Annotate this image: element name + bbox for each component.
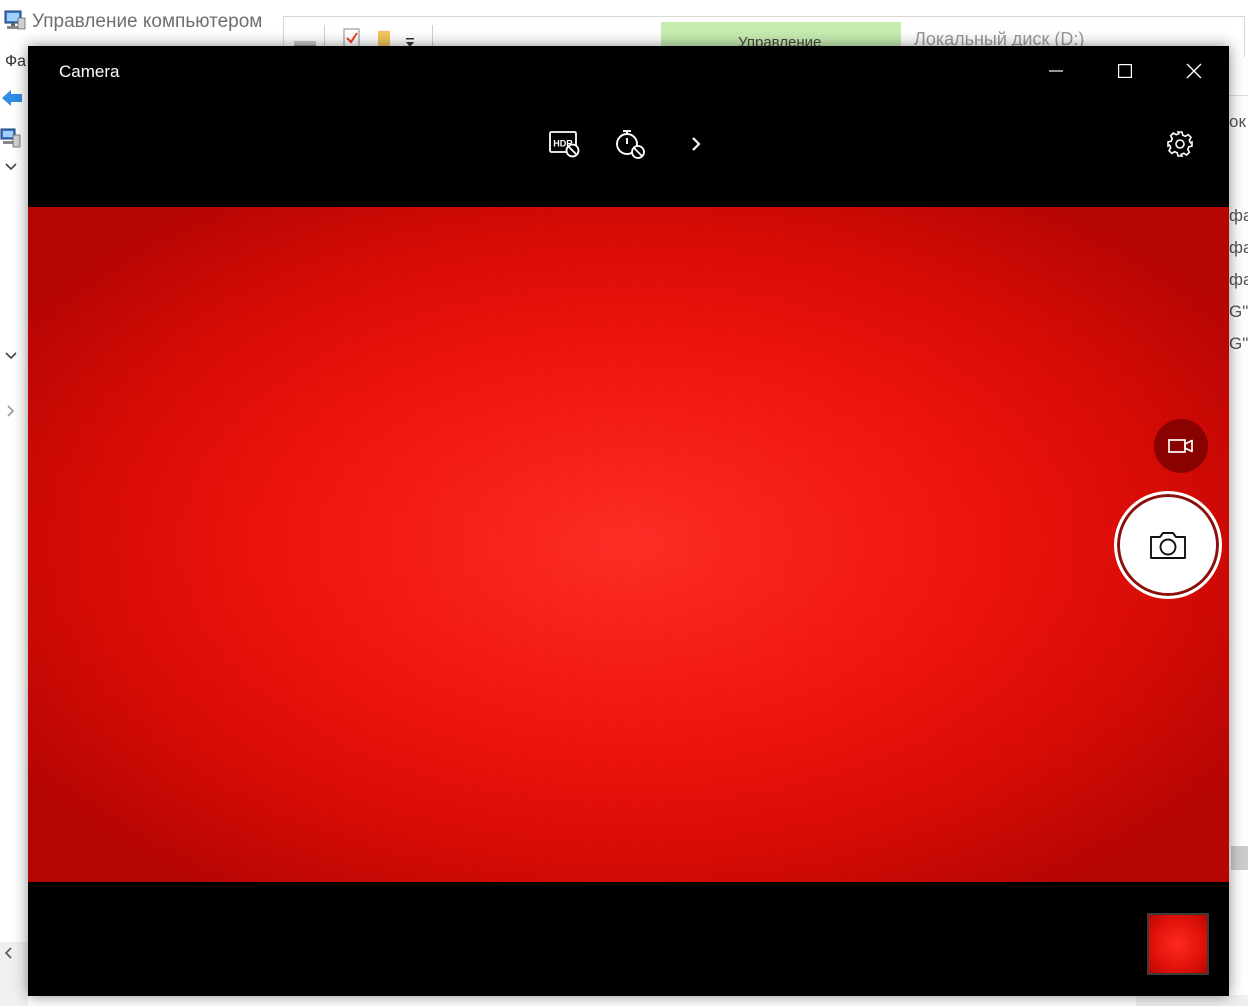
right-pane-text: фа <box>1229 238 1248 257</box>
close-icon <box>1186 63 1201 79</box>
status-strip <box>0 970 28 1006</box>
right-pane-text: G" <box>1229 334 1248 353</box>
computer-management-icon <box>4 10 26 30</box>
camera-window: Camera HDR <box>28 46 1229 996</box>
viewfinder-texture <box>28 207 1229 882</box>
video-mode-button[interactable] <box>1154 419 1208 473</box>
close-button[interactable] <box>1159 46 1228 96</box>
minimize-button[interactable] <box>1021 46 1090 96</box>
minimize-icon <box>1048 70 1063 72</box>
chevron-left-icon[interactable] <box>3 945 15 961</box>
right-pane-text: фа <box>1229 270 1248 289</box>
settings-button[interactable] <box>1156 120 1204 168</box>
right-pane-text: ок <box>1229 112 1246 131</box>
camera-viewfinder[interactable] <box>28 207 1229 882</box>
timer-button[interactable] <box>606 120 654 168</box>
right-pane-text: G" <box>1229 302 1248 321</box>
chevron-down-icon[interactable] <box>4 349 18 363</box>
chevron-right-icon <box>692 137 701 151</box>
hdr-off-icon: HDR <box>549 131 580 158</box>
maximize-icon <box>1117 64 1132 78</box>
file-menu[interactable]: Фа <box>5 53 26 71</box>
status-strip-right <box>1136 995 1248 1006</box>
right-pane-text: фа <box>1229 206 1248 225</box>
background-window-title: Управление компьютером <box>32 11 263 32</box>
computer-management-tree-icon[interactable] <box>0 127 22 149</box>
camera-roll-thumbnail[interactable] <box>1147 913 1209 975</box>
more-options-button[interactable] <box>672 120 720 168</box>
chevron-down-icon[interactable] <box>4 160 18 174</box>
hdr-toggle-button[interactable]: HDR <box>541 120 589 168</box>
right-scrollbar-thumb[interactable] <box>1231 846 1248 870</box>
window-title: Camera <box>59 62 120 81</box>
take-photo-button[interactable] <box>1114 491 1222 599</box>
chevron-right-icon[interactable] <box>4 404 18 418</box>
gear-icon <box>1167 131 1193 157</box>
maximize-button[interactable] <box>1090 46 1159 96</box>
video-camera-icon <box>1168 439 1193 453</box>
timer-off-icon <box>616 130 645 159</box>
camera-icon <box>1150 532 1186 559</box>
back-arrow-icon[interactable] <box>0 86 24 110</box>
